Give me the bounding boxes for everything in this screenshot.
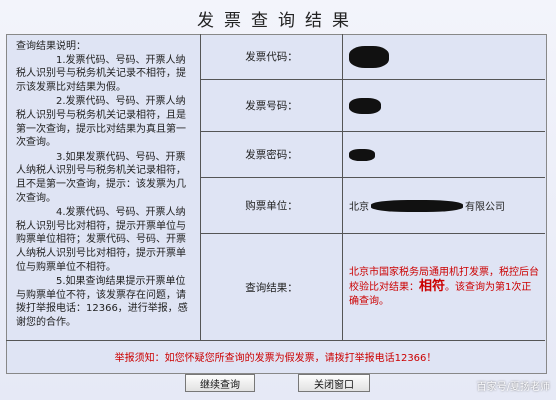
explanation-item: 2.发票代码、号码、开票人纳税人识别号与税务机关记录相符，且是第一次查询，提示比…	[16, 96, 186, 149]
title-bar: 发票查询结果	[0, 0, 556, 36]
close-window-button[interactable]: 关闭窗口	[298, 374, 370, 392]
invoice-details: 发票代码： 发票号码： 发票密码： 购票单位： 北京 有限公司 查询结果： 北京…	[201, 34, 545, 340]
explanation-item: 4.发票代码、号码、开票人纳税人识别号比对相符，提示开票单位与购票单位相符；发票…	[16, 207, 186, 273]
redaction-mark	[349, 45, 389, 68]
result-label: 查询结果：	[201, 234, 343, 340]
buyer-label: 购票单位：	[201, 178, 343, 233]
result-verdict: 相符	[419, 278, 446, 294]
invoice-password-row: 发票密码：	[201, 132, 545, 178]
explanation-panel: 查询结果说明： 1.发票代码、号码、开票人纳税人识别号与税务机关记录不相符，提示…	[6, 34, 201, 340]
page-title: 发票查询结果	[197, 10, 359, 31]
buyer-suffix: 有限公司	[465, 202, 505, 213]
report-notice: 举报须知：如您怀疑您所查询的发票为假发票，请拨打举报电话12366！	[6, 340, 545, 371]
invoice-number-row: 发票号码：	[201, 80, 545, 132]
explanation-item: 3.如果发票代码、号码、开票人纳税人识别号与税务机关记录相符，且不是第一次查询，…	[16, 151, 186, 204]
redaction-mark	[349, 148, 375, 161]
buyer-prefix: 北京	[349, 202, 369, 213]
invoice-password-value	[343, 132, 545, 177]
invoice-password-label: 发票密码：	[201, 132, 343, 177]
invoice-number-label: 发票号码：	[201, 80, 343, 131]
result-row: 查询结果： 北京市国家税务局通用机打发票，税控后台校验比对结果：相符。该查询为第…	[201, 234, 545, 340]
redaction-mark	[349, 97, 381, 114]
watermark: 百家号/夏扬老师	[476, 382, 550, 393]
invoice-code-value	[343, 34, 545, 79]
invoice-number-value	[343, 80, 545, 131]
continue-query-button[interactable]: 继续查询	[185, 374, 255, 392]
explanation-item: 5.如果查询结果提示开票单位与购票单位不符，该发票存在问题，请拨打举报电话：12…	[16, 276, 188, 328]
result-text: 北京市国家税务局通用机打发票，税控后台校验比对结果：相符。该查询为第1次正确查询…	[345, 266, 545, 309]
buyer-row: 购票单位： 北京 有限公司	[201, 178, 545, 234]
result-value: 北京市国家税务局通用机打发票，税控后台校验比对结果：相符。该查询为第1次正确查询…	[343, 234, 545, 340]
explanation-item: 1.发票代码、号码、开票人纳税人识别号与税务机关记录不相符，提示该发票比对结果为…	[16, 54, 186, 93]
explanation-heading: 查询结果说明：	[16, 41, 86, 52]
buyer-value: 北京 有限公司	[343, 178, 545, 233]
redaction-mark	[371, 199, 463, 212]
invoice-code-label: 发票代码：	[201, 34, 343, 79]
page: 发票查询结果 查询结果说明： 1.发票代码、号码、开票人纳税人识别号与税务机关记…	[0, 0, 556, 400]
invoice-code-row: 发票代码：	[201, 34, 545, 80]
